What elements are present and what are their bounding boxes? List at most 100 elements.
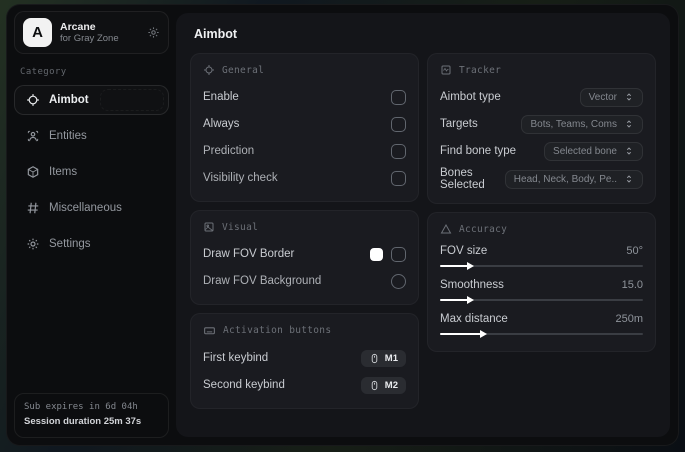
- bones-selected-label: Bones Selected: [440, 167, 485, 191]
- sidebar-item-aimbot[interactable]: Aimbot: [14, 85, 169, 115]
- max-distance-slider[interactable]: [440, 329, 643, 339]
- visibility-check-checkbox[interactable]: [391, 170, 406, 186]
- sub-expiry-text: Sub expires in 6d 04h: [24, 402, 138, 413]
- find-bone-type-dropdown[interactable]: Selected bone: [544, 141, 643, 161]
- general-card: General Enable Always Prediction Visibil…: [190, 53, 419, 202]
- prediction-label: Prediction: [203, 145, 255, 157]
- first-keybind-label: First keybind: [203, 352, 269, 364]
- find-bone-type-label: Find bone type: [440, 145, 517, 157]
- activity-icon: [440, 64, 452, 76]
- always-label: Always: [203, 118, 240, 130]
- prediction-row: Prediction: [203, 140, 406, 162]
- second-keybind-button[interactable]: M2: [360, 376, 406, 394]
- aimbot-type-row: Aimbot type Vector: [440, 86, 643, 108]
- draw-fov-border-row: Draw FOV Border: [203, 243, 406, 265]
- sidebar-nav: Aimbot Entities Items Miscellaneous Sett…: [14, 85, 169, 259]
- main-panel: Aimbot General Enable Always Prediction …: [176, 13, 670, 437]
- dropdown-value: Head, Neck, Body, Pe..: [513, 173, 617, 185]
- fov-size-value: 50°: [626, 245, 643, 257]
- max-distance-group: Max distance 250m: [440, 313, 643, 339]
- prediction-checkbox[interactable]: [391, 143, 406, 159]
- accuracy-card: Accuracy FOV size 50° Smoothness 15.0 Ma…: [427, 212, 656, 352]
- page-title: Aimbot: [194, 27, 238, 41]
- keyboard-icon: [203, 324, 216, 337]
- chevron-up-down-icon: [624, 174, 634, 184]
- bones-selected-row: Bones Selected Head, Neck, Body, Pe..: [440, 167, 643, 191]
- sidebar-item-label: Entities: [49, 130, 87, 142]
- app-window: A Arcane for Gray Zone Category Aimbot E…: [6, 4, 679, 446]
- sidebar-item-label: Settings: [49, 238, 91, 250]
- aimbot-type-dropdown[interactable]: Vector: [579, 87, 643, 107]
- crosshair-icon: [203, 64, 215, 76]
- bones-selected-dropdown[interactable]: Head, Neck, Body, Pe..: [504, 169, 643, 189]
- card-title: Tracker: [459, 64, 502, 76]
- session-duration-text: Session duration 25m 37s: [24, 416, 142, 428]
- activation-buttons-card: Activation buttons First keybind M1 Seco…: [190, 313, 419, 409]
- max-distance-label: Max distance: [440, 313, 508, 325]
- fov-size-group: FOV size 50°: [440, 245, 643, 271]
- enable-row: Enable: [203, 86, 406, 108]
- sidebar-item-label: Items: [49, 166, 78, 178]
- always-checkbox[interactable]: [391, 116, 406, 132]
- smoothness-value: 15.0: [621, 279, 643, 291]
- sidebar-item-settings[interactable]: Settings: [14, 229, 169, 259]
- sidebar-item-label: Miscellaneous: [49, 202, 122, 214]
- ghost-artifact: [100, 89, 164, 111]
- settings-gear-icon[interactable]: [147, 26, 160, 39]
- mouse-icon: [369, 380, 380, 391]
- find-bone-type-row: Find bone type Selected bone: [440, 140, 643, 162]
- entities-icon: [25, 129, 40, 143]
- draw-fov-background-checkbox[interactable]: [391, 273, 406, 289]
- sidebar-item-items[interactable]: Items: [14, 157, 169, 187]
- keybind-value: M1: [384, 352, 398, 364]
- dropdown-value: Selected bone: [553, 145, 617, 157]
- sidebar-item-entities[interactable]: Entities: [14, 121, 169, 151]
- app-title: Arcane: [60, 20, 96, 33]
- fov-size-label: FOV size: [440, 245, 488, 257]
- sidebar-item-miscellaneous[interactable]: Miscellaneous: [14, 193, 169, 223]
- card-title: Accuracy: [459, 223, 508, 235]
- first-keybind-row: First keybind M1: [203, 347, 406, 369]
- chevron-up-down-icon: [624, 92, 634, 102]
- visibility-check-row: Visibility check: [203, 167, 406, 189]
- draw-fov-border-label: Draw FOV Border: [203, 248, 295, 260]
- max-distance-value: 250m: [615, 313, 643, 325]
- triangle-icon: [440, 223, 452, 235]
- dropdown-value: Bots, Teams, Coms: [530, 118, 617, 130]
- draw-fov-border-checkbox[interactable]: [391, 246, 406, 262]
- fov-border-color-swatch[interactable]: [370, 247, 383, 261]
- smoothness-slider[interactable]: [440, 295, 643, 305]
- second-keybind-row: Second keybind M2: [203, 374, 406, 396]
- mouse-icon: [369, 353, 380, 364]
- tracker-card: Tracker Aimbot type Vector Targets Bots,…: [427, 53, 656, 204]
- smoothness-label: Smoothness: [440, 279, 504, 291]
- gear-icon: [25, 237, 40, 251]
- targets-label: Targets: [440, 118, 478, 130]
- brand-header: A Arcane for Gray Zone: [14, 11, 169, 54]
- draw-fov-background-row: Draw FOV Background: [203, 270, 406, 292]
- targets-dropdown[interactable]: Bots, Teams, Coms: [521, 114, 643, 134]
- always-row: Always: [203, 113, 406, 135]
- app-subtitle: for Gray Zone: [60, 33, 119, 45]
- crosshair-icon: [25, 93, 40, 107]
- sidebar: A Arcane for Gray Zone Category Aimbot E…: [7, 5, 176, 445]
- card-title: Activation buttons: [223, 325, 332, 336]
- chevron-up-down-icon: [624, 119, 634, 129]
- aimbot-type-label: Aimbot type: [440, 91, 501, 103]
- enable-label: Enable: [203, 91, 239, 103]
- visibility-check-label: Visibility check: [203, 172, 278, 184]
- hash-grid-icon: [25, 201, 40, 215]
- enable-checkbox[interactable]: [391, 89, 406, 105]
- image-icon: [203, 221, 215, 233]
- card-title: Visual: [222, 221, 259, 233]
- visual-card: Visual Draw FOV Border Draw FOV Backgrou…: [190, 210, 419, 305]
- app-logo: A: [23, 18, 52, 47]
- smoothness-group: Smoothness 15.0: [440, 279, 643, 305]
- targets-row: Targets Bots, Teams, Coms: [440, 113, 643, 135]
- package-icon: [25, 165, 40, 179]
- card-title: General: [222, 64, 265, 76]
- dropdown-value: Vector: [588, 91, 617, 103]
- first-keybind-button[interactable]: M1: [360, 349, 406, 367]
- fov-size-slider[interactable]: [440, 261, 643, 271]
- category-label: Category: [20, 67, 67, 77]
